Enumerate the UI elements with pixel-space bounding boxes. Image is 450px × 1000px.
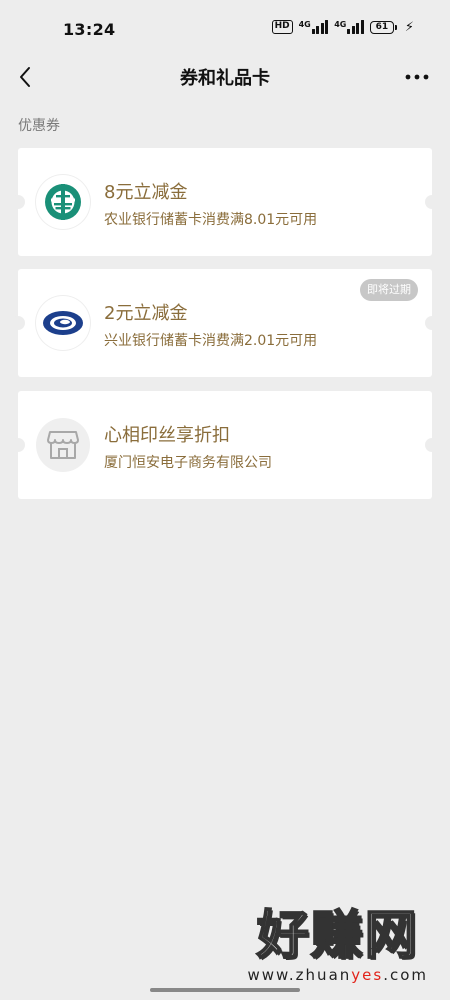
coupon-description: 厦门恒安电子商务有限公司 — [104, 455, 272, 471]
coupon-description: 农业银行储蓄卡消费满8.01元可用 — [104, 212, 318, 228]
coupon-card[interactable]: 心相印丝享折扣 厦门恒安电子商务有限公司 — [11, 391, 439, 499]
coupon-logo — [36, 296, 90, 350]
store-icon — [47, 431, 79, 459]
watermark: 好赚网 www.zhuanyes.com — [247, 906, 428, 984]
coupon-description: 兴业银行储蓄卡消费满2.01元可用 — [104, 333, 318, 349]
home-indicator[interactable] — [150, 988, 300, 992]
charging-bolt-icon: ⚡ — [404, 19, 414, 35]
more-dots-icon — [405, 74, 429, 80]
cib-bank-logo-icon — [43, 311, 83, 335]
status-time: 13:24 — [63, 20, 116, 39]
page-title: 券和礼品卡 — [180, 68, 270, 89]
signal-icon-sim1: 4G — [299, 20, 329, 34]
signal-icon-sim2: 4G — [334, 20, 364, 34]
hd-icon: HD — [271, 20, 293, 34]
expiring-soon-badge: 即将过期 — [360, 279, 418, 301]
network-type-label: 4G — [334, 20, 347, 29]
abc-bank-logo-icon — [45, 184, 81, 220]
coupon-title: 心相印丝享折扣 — [104, 425, 230, 446]
nav-bar: 券和礼品卡 — [0, 58, 450, 98]
coupon-card[interactable]: 即将过期 2元立减金 兴业银行储蓄卡消费满2.01元可用 — [11, 269, 439, 377]
watermark-logo-text: 好赚网 — [256, 906, 419, 966]
status-icons: HD 4G 4G 61 ⚡ — [271, 19, 414, 35]
coupon-card[interactable]: 8元立减金 农业银行储蓄卡消费满8.01元可用 — [11, 148, 439, 256]
network-type-label: 4G — [298, 20, 311, 29]
coupon-logo — [36, 175, 90, 229]
coupon-title: 8元立减金 — [104, 182, 188, 203]
status-bar: 13:24 HD 4G 4G 61 ⚡ — [0, 0, 450, 58]
coupon-logo — [36, 418, 90, 472]
coupon-title: 2元立减金 — [104, 303, 188, 324]
battery-icon: 61 — [369, 20, 397, 34]
watermark-url: www.zhuanyes.com — [247, 966, 428, 984]
more-options-button[interactable] — [400, 64, 434, 90]
battery-level: 61 — [369, 20, 394, 34]
section-title: 优惠券 — [18, 118, 60, 134]
